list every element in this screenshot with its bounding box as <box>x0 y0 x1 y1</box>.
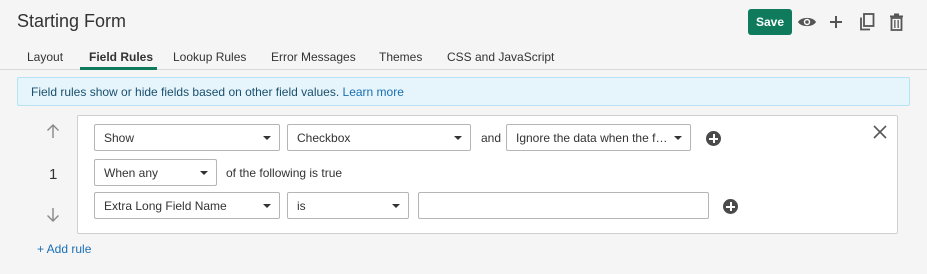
duplicate-button[interactable] <box>856 10 878 34</box>
data-handling-select[interactable]: Ignore the data when the fie... <box>506 124 691 151</box>
chevron-down-icon <box>392 204 400 208</box>
condition-field-select[interactable]: Extra Long Field Name <box>94 192 280 219</box>
page-title: Starting Form <box>17 11 127 31</box>
save-button[interactable]: Save <box>748 9 792 35</box>
tab-error-messages[interactable]: Error Messages <box>271 50 356 64</box>
action-select[interactable]: Show <box>94 124 280 151</box>
condition-field-value: Extra Long Field Name <box>104 199 227 213</box>
rule-number: 1 <box>49 166 58 183</box>
plus-icon <box>830 16 842 28</box>
match-select[interactable]: When any <box>94 159 217 186</box>
tab-layout[interactable]: Layout <box>27 50 63 64</box>
match-suffix-label: of the following is true <box>226 166 343 180</box>
action-select-value: Show <box>104 131 135 145</box>
info-text: Field rules show or hide fields based on… <box>31 85 340 99</box>
tab-field-rules[interactable]: Field Rules <box>89 50 153 64</box>
close-icon[interactable] <box>872 124 888 140</box>
copy-icon <box>860 13 875 31</box>
preview-button[interactable] <box>796 10 818 34</box>
learn-more-link[interactable]: Learn more <box>343 85 404 99</box>
tab-bar: Layout Field Rules Lookup Rules Error Me… <box>0 44 927 70</box>
tab-css-javascript[interactable]: CSS and JavaScript <box>447 50 554 64</box>
chevron-down-icon <box>454 136 462 140</box>
chevron-down-icon <box>674 136 682 140</box>
info-banner: Field rules show or hide fields based on… <box>17 77 910 106</box>
chevron-down-icon <box>200 171 208 175</box>
chevron-down-icon <box>263 136 271 140</box>
tab-themes[interactable]: Themes <box>379 50 422 64</box>
chevron-down-icon <box>263 204 271 208</box>
arrow-down-icon[interactable] <box>44 206 62 224</box>
active-tab-indicator <box>80 67 157 70</box>
and-label: and <box>481 131 502 145</box>
data-handling-value: Ignore the data when the fie... <box>516 131 675 145</box>
add-button[interactable] <box>825 10 847 34</box>
condition-value-input[interactable] <box>418 192 709 219</box>
add-condition-icon[interactable] <box>723 199 738 214</box>
operator-select[interactable]: is <box>287 192 409 219</box>
target-field-select[interactable]: Checkbox <box>287 124 471 151</box>
add-rule-link[interactable]: + Add rule <box>37 242 91 256</box>
tab-lookup-rules[interactable]: Lookup Rules <box>173 50 246 64</box>
add-action-icon[interactable] <box>706 131 721 146</box>
arrow-up-icon[interactable] <box>44 122 62 140</box>
trash-icon <box>889 13 903 31</box>
delete-button[interactable] <box>885 10 907 34</box>
eye-icon <box>798 17 816 27</box>
target-field-value: Checkbox <box>297 131 351 145</box>
